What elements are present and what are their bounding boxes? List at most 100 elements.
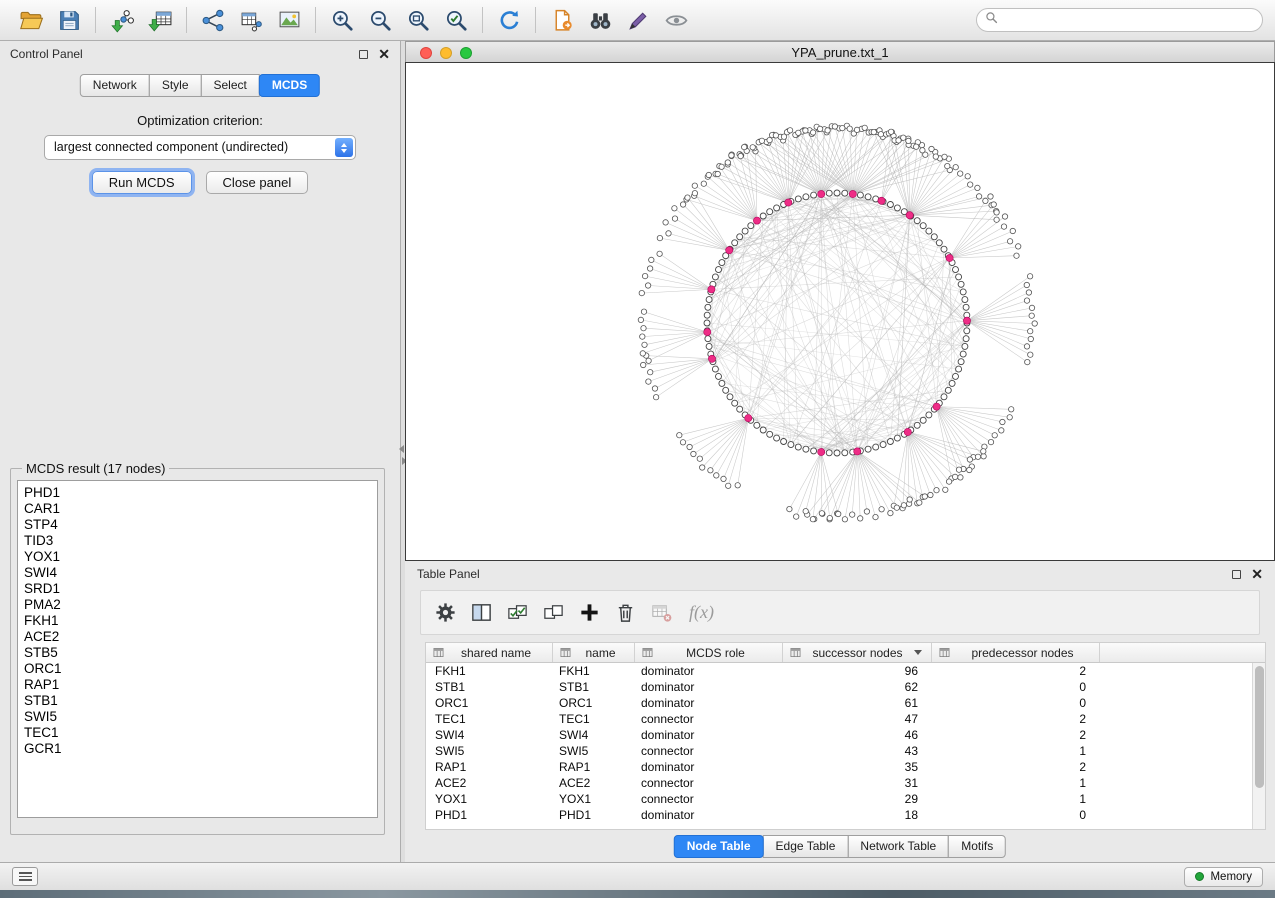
- add-button[interactable]: [571, 596, 607, 630]
- cell-shared_name[interactable]: STB1: [426, 680, 553, 694]
- cell-predecessors[interactable]: 2: [932, 712, 1100, 726]
- cell-role[interactable]: connector: [635, 776, 783, 790]
- tab-network-table[interactable]: Network Table: [847, 835, 949, 858]
- zoom-out-button[interactable]: [361, 4, 399, 36]
- run-mcds-button[interactable]: Run MCDS: [92, 171, 192, 194]
- table-row[interactable]: SWI5SWI5connector431: [426, 743, 1265, 759]
- mcds-result-item[interactable]: SRD1: [24, 581, 377, 597]
- mcds-result-item[interactable]: GCR1: [24, 741, 377, 757]
- column-header-successor-nodes[interactable]: successor nodes: [783, 643, 932, 662]
- marker-button[interactable]: [619, 4, 657, 36]
- document-share-button[interactable]: [543, 4, 581, 36]
- new-network-button[interactable]: [194, 4, 232, 36]
- cell-successors[interactable]: 61: [783, 696, 932, 710]
- settings-button[interactable]: [427, 596, 463, 630]
- zoom-window-button[interactable]: [460, 47, 472, 59]
- cell-name[interactable]: FKH1: [553, 664, 635, 678]
- collapse-left-icon[interactable]: [399, 445, 404, 453]
- search-field[interactable]: [976, 8, 1263, 32]
- tab-mcds[interactable]: MCDS: [259, 74, 320, 97]
- mcds-result-item[interactable]: STP4: [24, 517, 377, 533]
- table-row[interactable]: RAP1RAP1dominator352: [426, 759, 1265, 775]
- cell-shared_name[interactable]: FKH1: [426, 664, 553, 678]
- mcds-result-item[interactable]: PHD1: [24, 485, 377, 501]
- cell-shared_name[interactable]: YOX1: [426, 792, 553, 806]
- mcds-result-item[interactable]: SWI4: [24, 565, 377, 581]
- float-window-icon[interactable]: [359, 50, 368, 59]
- criterion-dropdown[interactable]: largest connected component (undirected): [44, 135, 356, 160]
- column-header-MCDS-role[interactable]: MCDS role: [635, 643, 783, 662]
- tab-select[interactable]: Select: [201, 74, 260, 97]
- memory-button[interactable]: Memory: [1184, 867, 1263, 887]
- cell-predecessors[interactable]: 1: [932, 776, 1100, 790]
- open-folder-button[interactable]: [12, 4, 50, 36]
- eye-button[interactable]: [657, 4, 695, 36]
- mcds-result-item[interactable]: FKH1: [24, 613, 377, 629]
- refresh-button[interactable]: [490, 4, 528, 36]
- minimize-window-button[interactable]: [440, 47, 452, 59]
- table-row[interactable]: TEC1TEC1connector472: [426, 711, 1265, 727]
- scrollbar-thumb[interactable]: [1255, 666, 1264, 788]
- mcds-result-item[interactable]: PMA2: [24, 597, 377, 613]
- cell-shared_name[interactable]: SWI5: [426, 744, 553, 758]
- cell-shared_name[interactable]: SWI4: [426, 728, 553, 742]
- close-panel-icon[interactable]: ✕: [378, 49, 390, 59]
- cell-predecessors[interactable]: 0: [932, 696, 1100, 710]
- zoom-fit-button[interactable]: [399, 4, 437, 36]
- zoom-selected-button[interactable]: [437, 4, 475, 36]
- tab-network[interactable]: Network: [80, 74, 150, 97]
- select-all-button[interactable]: [499, 596, 535, 630]
- network-graph[interactable]: [406, 63, 1274, 560]
- table-row[interactable]: YOX1YOX1connector291: [426, 791, 1265, 807]
- mcds-result-item[interactable]: YOX1: [24, 549, 377, 565]
- cell-name[interactable]: YOX1: [553, 792, 635, 806]
- cell-predecessors[interactable]: 2: [932, 664, 1100, 678]
- close-table-panel-icon[interactable]: ✕: [1251, 569, 1263, 579]
- cell-role[interactable]: dominator: [635, 696, 783, 710]
- cell-role[interactable]: connector: [635, 792, 783, 806]
- import-table-button[interactable]: [141, 4, 179, 36]
- cell-name[interactable]: SWI5: [553, 744, 635, 758]
- cell-name[interactable]: ACE2: [553, 776, 635, 790]
- mcds-result-item[interactable]: STB5: [24, 645, 377, 661]
- search-input[interactable]: [1003, 13, 1254, 27]
- table-scrollbar[interactable]: [1252, 663, 1265, 829]
- table-row[interactable]: ACE2ACE2connector311: [426, 775, 1265, 791]
- cell-role[interactable]: dominator: [635, 760, 783, 774]
- tab-edge-table[interactable]: Edge Table: [763, 835, 849, 858]
- import-network-button[interactable]: [103, 4, 141, 36]
- cell-successors[interactable]: 29: [783, 792, 932, 806]
- tab-style[interactable]: Style: [149, 74, 202, 97]
- tab-motifs[interactable]: Motifs: [948, 835, 1006, 858]
- binoculars-button[interactable]: [581, 4, 619, 36]
- mcds-result-item[interactable]: SWI5: [24, 709, 377, 725]
- cell-successors[interactable]: 47: [783, 712, 932, 726]
- mcds-result-item[interactable]: TEC1: [24, 725, 377, 741]
- cell-successors[interactable]: 43: [783, 744, 932, 758]
- cell-predecessors[interactable]: 1: [932, 792, 1100, 806]
- cell-role[interactable]: connector: [635, 744, 783, 758]
- cell-shared_name[interactable]: RAP1: [426, 760, 553, 774]
- cell-name[interactable]: SWI4: [553, 728, 635, 742]
- table-row[interactable]: STB1STB1dominator620: [426, 679, 1265, 695]
- mcds-result-item[interactable]: STB1: [24, 693, 377, 709]
- cell-successors[interactable]: 31: [783, 776, 932, 790]
- close-panel-button[interactable]: Close panel: [206, 171, 309, 194]
- cell-predecessors[interactable]: 1: [932, 744, 1100, 758]
- cell-successors[interactable]: 62: [783, 680, 932, 694]
- network-canvas[interactable]: [405, 62, 1275, 561]
- network-table-button[interactable]: [232, 4, 270, 36]
- float-table-window-icon[interactable]: [1232, 570, 1241, 579]
- cell-predecessors[interactable]: 2: [932, 760, 1100, 774]
- mcds-result-list[interactable]: PHD1CAR1STP4TID3YOX1SWI4SRD1PMA2FKH1ACE2…: [17, 480, 378, 818]
- columns-button[interactable]: [463, 596, 499, 630]
- cell-role[interactable]: dominator: [635, 808, 783, 822]
- cell-predecessors[interactable]: 0: [932, 808, 1100, 822]
- cell-shared_name[interactable]: PHD1: [426, 808, 553, 822]
- cell-successors[interactable]: 46: [783, 728, 932, 742]
- cell-role[interactable]: dominator: [635, 728, 783, 742]
- cell-name[interactable]: RAP1: [553, 760, 635, 774]
- cell-name[interactable]: STB1: [553, 680, 635, 694]
- cell-role[interactable]: dominator: [635, 680, 783, 694]
- table-row[interactable]: FKH1FKH1dominator962: [426, 663, 1265, 679]
